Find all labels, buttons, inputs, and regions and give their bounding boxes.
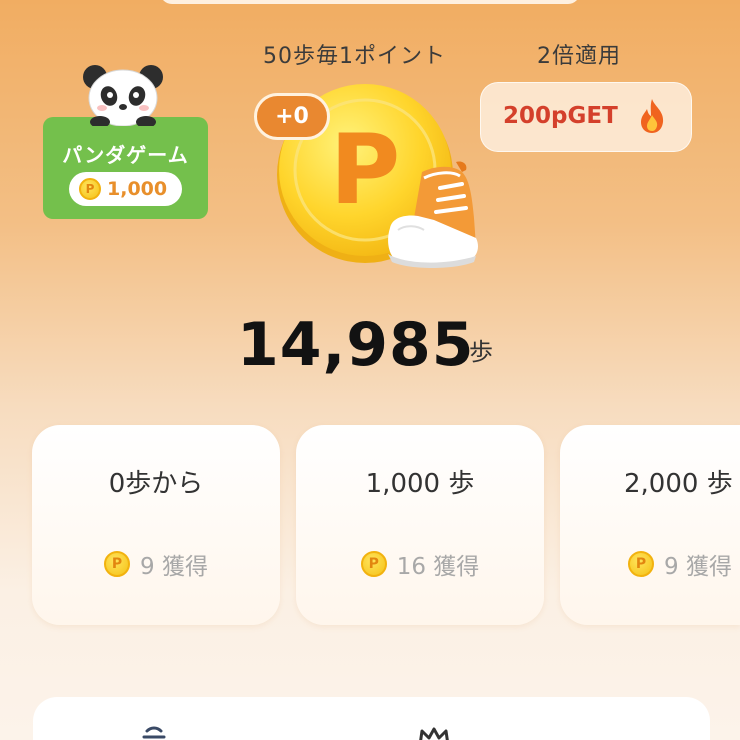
- bottom-panel: [33, 697, 710, 740]
- crown-icon[interactable]: [418, 727, 450, 740]
- gained-points-badge: +0: [254, 93, 330, 140]
- bonus-text: 200pGET: [503, 103, 618, 129]
- top-pill: [160, 0, 580, 4]
- panda-game-points: P 1,000: [69, 172, 182, 206]
- coin-icon: P: [79, 178, 101, 200]
- milestone-card-2[interactable]: 2,000 歩 P 9 獲得: [560, 425, 740, 625]
- bonus-badge[interactable]: 200pGET: [480, 82, 692, 152]
- steps-count: 14,985: [237, 310, 475, 380]
- points-rule-text: 50歩毎1ポイント: [263, 44, 446, 69]
- multiplier-text: 2倍適用: [537, 44, 621, 69]
- milestone-label: 1,000 歩: [365, 469, 475, 499]
- panda-game-title: パンダゲーム: [62, 143, 189, 167]
- panda-game-card[interactable]: パンダゲーム P 1,000: [43, 117, 208, 219]
- steps-unit: 歩: [469, 338, 493, 366]
- milestone-label: 2,000 歩: [624, 469, 733, 499]
- milestone-reward-text: 9 獲得: [140, 554, 208, 580]
- fire-icon: [641, 99, 664, 133]
- sneaker-icon: [388, 161, 478, 268]
- milestone-card-1[interactable]: 1,000 歩 P 16 獲得: [296, 425, 544, 625]
- milestone-card-0[interactable]: 0歩から P 9 獲得: [32, 425, 280, 625]
- milestone-reward: P 9 獲得: [32, 547, 280, 581]
- panda-game-points-value: 1,000: [107, 178, 168, 200]
- milestone-reward: P 9 獲得: [560, 547, 740, 581]
- coin-icon: P: [360, 551, 387, 577]
- coin-icon: P: [104, 551, 131, 577]
- milestone-reward: P 16 獲得: [296, 547, 544, 581]
- milestone-reward-text: 9 獲得: [664, 554, 732, 580]
- milestone-label: 0歩から: [108, 469, 204, 499]
- coin-icon: P: [628, 551, 654, 577]
- milestone-reward-text: 16 獲得: [396, 554, 480, 580]
- panda-icon: [83, 65, 163, 126]
- walking-icon[interactable]: [141, 725, 167, 740]
